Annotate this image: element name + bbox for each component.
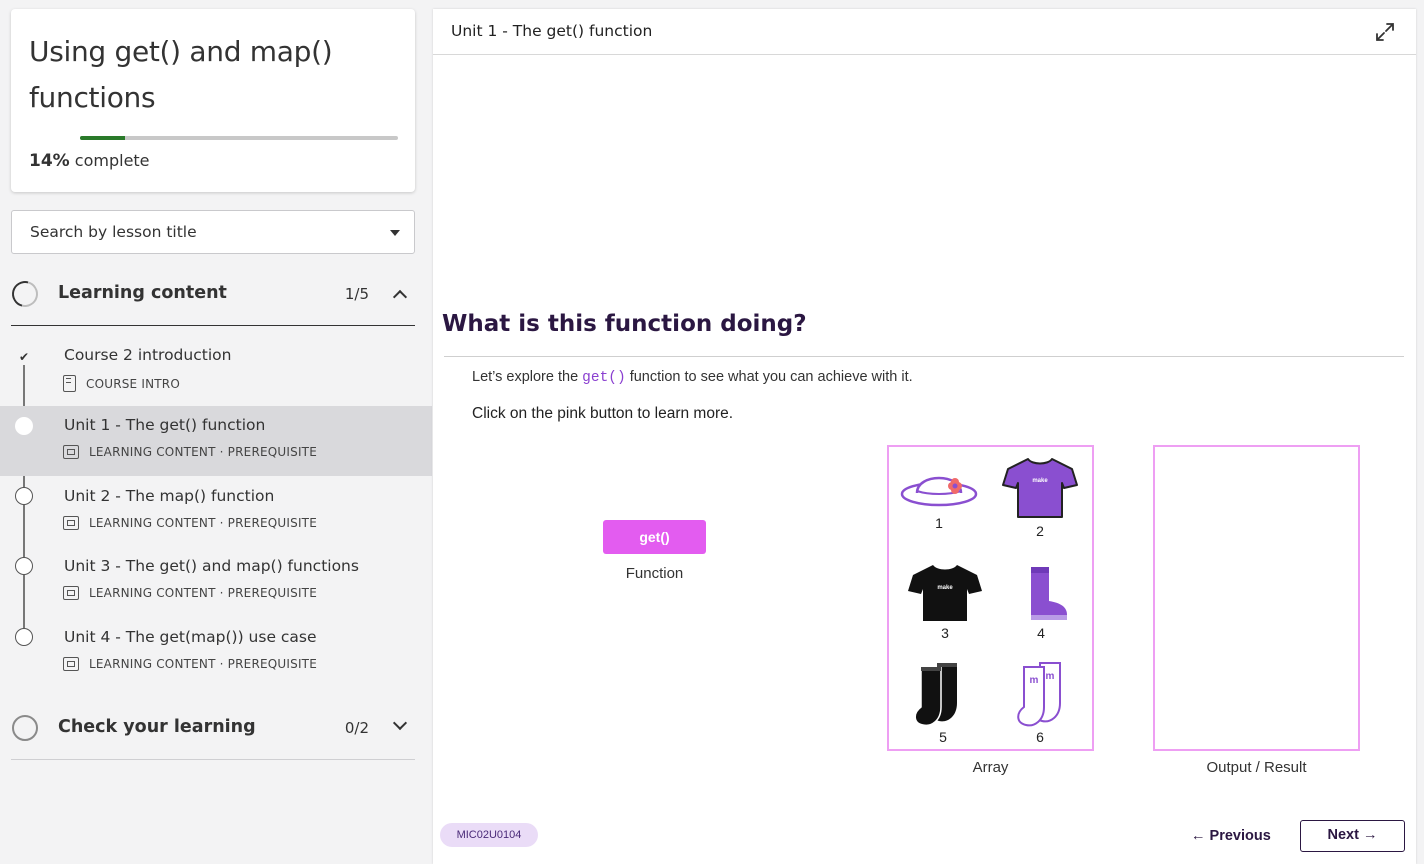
lesson-item-unit-2[interactable]: Unit 2 - The map() function LEARNING CON…: [0, 477, 432, 547]
progress-ring-icon: [12, 715, 38, 741]
tshirt-logo: make: [937, 585, 953, 591]
array-label: Array: [972, 759, 1009, 776]
section-check-your-learning[interactable]: Check your learning 0/2: [11, 696, 415, 760]
socks-logo: m: [1046, 671, 1055, 682]
check-icon: ✔: [18, 350, 30, 364]
item-number: 3: [941, 625, 949, 641]
course-card: Using get() and map() functions 14% comp…: [11, 9, 415, 192]
previous-button[interactable]: ← Previous: [1191, 823, 1277, 849]
array-item-3[interactable]: make 3: [900, 561, 990, 641]
learning-content-icon: [63, 516, 79, 530]
lesson-title: Unit 4 - The get(map()) use case: [64, 628, 317, 646]
intro-text: Let’s explore the get() function to see …: [472, 369, 913, 386]
previous-label: Previous: [1209, 828, 1271, 844]
purple-tshirt-icon: make: [1002, 458, 1078, 518]
lesson-meta: LEARNING CONTENT · PREREQUISITE: [63, 516, 317, 530]
arrow-left-icon: ←: [1191, 828, 1206, 844]
item-number: 5: [939, 729, 947, 745]
document-icon: [63, 375, 76, 392]
next-label: Next: [1327, 827, 1359, 843]
lesson-meta-text: LEARNING CONTENT · PREREQUISITE: [89, 445, 317, 459]
section-divider: [11, 759, 415, 760]
question-title: What is this function doing?: [442, 311, 807, 337]
progress-bar-fill: [80, 136, 125, 140]
arrow-right-icon: →: [1362, 827, 1378, 843]
lesson-meta-text: LEARNING CONTENT · PREREQUISITE: [89, 586, 317, 600]
module-code-badge: MIC02U0104: [440, 823, 538, 847]
incomplete-node-icon: [15, 557, 33, 575]
boot-icon: [1031, 567, 1067, 620]
lesson-item-course-intro[interactable]: ✔ Course 2 introduction COURSE INTRO: [0, 336, 432, 406]
current-node-icon: [15, 417, 33, 435]
intro-code: get(): [582, 370, 626, 386]
lesson-meta-text: COURSE INTRO: [86, 376, 180, 391]
lesson-item-unit-3[interactable]: Unit 3 - The get() and map() functions L…: [0, 547, 432, 617]
lesson-search-placeholder: Search by lesson title: [30, 223, 197, 241]
progress-value: 14%: [29, 151, 70, 171]
next-button[interactable]: Next →: [1300, 820, 1405, 852]
lesson-title: Unit 2 - The map() function: [64, 487, 275, 505]
output-label: Output / Result: [1206, 759, 1307, 776]
section-learning-content[interactable]: Learning content 1/5: [7, 262, 415, 326]
progress-suffix: complete: [69, 151, 150, 170]
tshirt-logo: make: [1032, 478, 1048, 484]
lesson-meta-text: LEARNING CONTENT · PREREQUISITE: [89, 516, 317, 530]
sidebar: Using get() and map() functions 14% comp…: [0, 0, 432, 864]
caret-down-icon: [390, 230, 400, 236]
intro-text-after: function to see what you can achieve wit…: [625, 369, 913, 385]
learning-content-icon: [63, 657, 79, 671]
chevron-up-icon[interactable]: [392, 289, 408, 305]
lesson-meta: LEARNING CONTENT · PREREQUISITE: [63, 586, 317, 600]
section-count: 0/2: [344, 719, 369, 737]
lesson-header: Unit 1 - The get() function: [433, 9, 1416, 55]
get-function-button[interactable]: get(): [603, 520, 706, 554]
lesson-title: Unit 3 - The get() and map() functions: [64, 557, 359, 575]
lesson-title: Unit 1 - The get() function: [64, 416, 266, 434]
learning-content-icon: [63, 445, 79, 459]
chevron-down-icon[interactable]: [392, 715, 408, 731]
section-label: Check your learning: [58, 717, 256, 737]
section-label: Learning content: [58, 283, 227, 303]
lesson-meta-text: LEARNING CONTENT · PREREQUISITE: [89, 657, 317, 671]
instruction-text: Click on the pink button to learn more.: [472, 405, 734, 422]
array-item-5[interactable]: 5: [898, 659, 988, 745]
array-item-2[interactable]: make 2: [995, 455, 1085, 539]
lesson-search-select[interactable]: Search by lesson title: [11, 210, 415, 254]
lesson-meta: LEARNING CONTENT · PREREQUISITE: [63, 657, 317, 671]
learning-content-icon: [63, 586, 79, 600]
incomplete-node-icon: [15, 628, 33, 646]
lesson-item-unit-1[interactable]: Unit 1 - The get() function LEARNING CON…: [0, 406, 432, 476]
array-box: 1 make 2 make 3 4 5 m m 6: [887, 445, 1094, 751]
section-count: 1/5: [344, 285, 369, 303]
item-number: 2: [1036, 523, 1044, 539]
lesson-title: Course 2 introduction: [64, 346, 232, 364]
socks-logo: m: [1030, 675, 1039, 686]
item-number: 1: [935, 515, 943, 531]
array-item-6[interactable]: m m 6: [995, 659, 1085, 745]
lesson-panel: Unit 1 - The get() function What is this…: [433, 9, 1416, 864]
lesson-meta: COURSE INTRO: [63, 375, 180, 392]
progress-ring-icon: [7, 276, 43, 312]
course-title: Using get() and map() functions: [29, 35, 333, 114]
lesson-item-unit-4[interactable]: Unit 4 - The get(map()) use case LEARNIN…: [0, 618, 432, 688]
function-label: Function: [625, 565, 684, 582]
array-item-1[interactable]: 1: [894, 461, 984, 531]
lesson-meta: LEARNING CONTENT · PREREQUISITE: [63, 445, 317, 459]
item-number: 4: [1037, 625, 1045, 641]
outline-socks-icon: m m: [1017, 662, 1061, 727]
array-item-4[interactable]: 4: [996, 561, 1086, 641]
black-socks-icon: [914, 663, 957, 727]
hat-icon: [900, 476, 978, 507]
question-divider: [444, 356, 1404, 357]
section-divider: [11, 325, 415, 326]
intro-text-before: Let’s explore the: [472, 369, 583, 385]
progress-bar: [80, 136, 398, 140]
item-number: 6: [1036, 729, 1044, 745]
expand-icon[interactable]: [1374, 21, 1396, 43]
progress-text: 14% complete: [29, 151, 150, 171]
lesson-header-title: Unit 1 - The get() function: [451, 22, 653, 40]
black-tshirt-icon: make: [908, 565, 982, 621]
output-box: [1153, 445, 1360, 751]
incomplete-node-icon: [15, 487, 33, 505]
